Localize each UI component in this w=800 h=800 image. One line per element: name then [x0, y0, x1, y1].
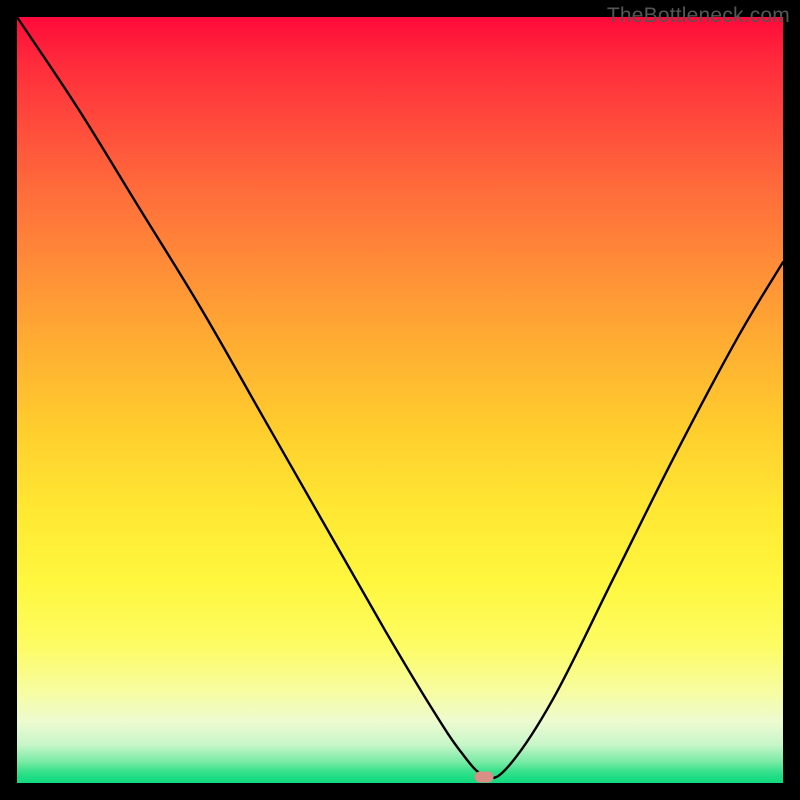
- plot-area: [17, 17, 783, 783]
- bottleneck-curve: [17, 17, 783, 783]
- curve-path: [17, 17, 783, 778]
- watermark-text: TheBottleneck.com: [607, 4, 790, 28]
- chart-frame: TheBottleneck.com: [0, 0, 800, 800]
- optimal-point-marker: [475, 771, 494, 782]
